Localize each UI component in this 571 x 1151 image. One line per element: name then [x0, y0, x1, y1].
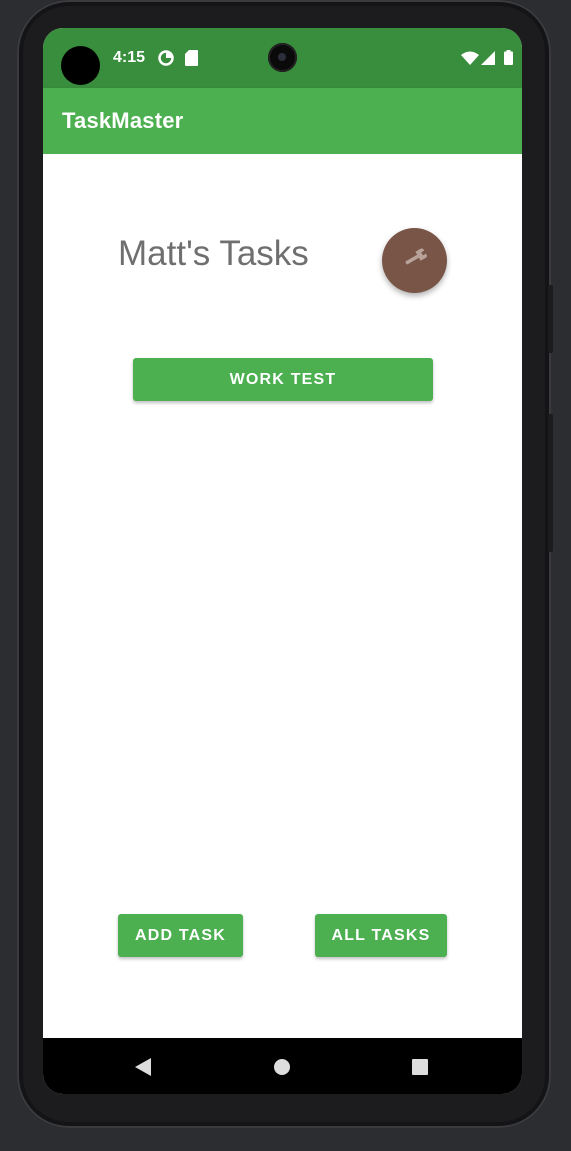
main-content: Matt's Tasks WORK TEST ADD TASK ALL TASK…: [43, 154, 522, 1038]
wifi-icon: [461, 51, 479, 70]
front-camera: [268, 43, 297, 72]
navigation-bar: [43, 1038, 522, 1094]
home-icon[interactable]: [271, 1056, 293, 1078]
camera-cutout: [61, 46, 100, 85]
task-button-work-test[interactable]: WORK TEST: [133, 358, 433, 401]
status-bar: 4:15: [43, 28, 522, 88]
recents-icon[interactable]: [409, 1056, 431, 1078]
settings-fab[interactable]: [382, 228, 447, 293]
cellular-signal-icon: [481, 51, 495, 70]
app-bar: TaskMaster: [43, 88, 522, 154]
power-button: [548, 285, 553, 353]
device-screen: 4:15 TaskMaster Matt's Tasks WORK TEST A…: [43, 28, 522, 1094]
volume-button: [548, 414, 553, 552]
add-task-button[interactable]: ADD TASK: [118, 914, 243, 957]
sd-card-icon: [185, 50, 198, 71]
battery-icon: [504, 50, 513, 70]
all-tasks-button[interactable]: ALL TASKS: [315, 914, 447, 957]
app-title: TaskMaster: [62, 108, 184, 133]
back-icon[interactable]: [132, 1056, 154, 1078]
data-saver-icon: [158, 50, 174, 71]
wrench-icon: [401, 244, 429, 277]
status-time: 4:15: [113, 49, 146, 66]
page-heading: Matt's Tasks: [118, 234, 309, 273]
